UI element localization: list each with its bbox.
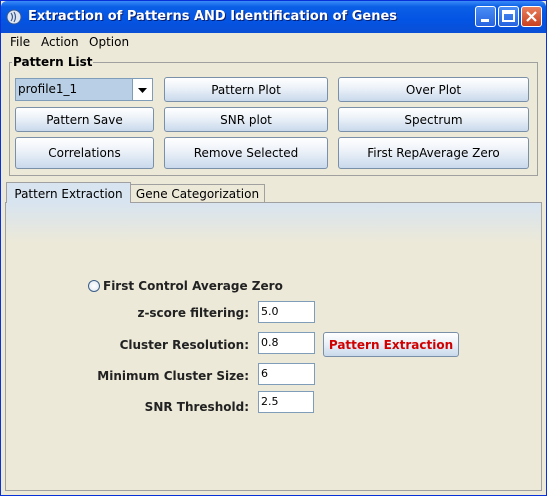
title-bar[interactable]: Extraction of Patterns AND Identificatio… bbox=[1, 1, 546, 33]
close-icon bbox=[526, 11, 537, 22]
minimize-icon bbox=[481, 19, 489, 22]
app-window: Extraction of Patterns AND Identificatio… bbox=[0, 0, 547, 496]
correlations-button[interactable]: Correlations bbox=[15, 137, 154, 169]
pattern-extraction-button[interactable]: Pattern Extraction bbox=[323, 332, 459, 357]
tab-gene-categorization[interactable]: Gene Categorization bbox=[131, 184, 265, 202]
minimum-cluster-size-input[interactable]: 6 bbox=[258, 363, 315, 385]
first-control-average-zero-radio[interactable] bbox=[88, 280, 100, 292]
first-rep-average-zero-button[interactable]: First RepAverage Zero bbox=[338, 137, 529, 169]
remove-selected-button[interactable]: Remove Selected bbox=[164, 137, 328, 169]
window-title: Extraction of Patterns AND Identificatio… bbox=[28, 9, 398, 24]
snr-threshold-label: SNR Threshold: bbox=[144, 400, 249, 414]
zscore-label: z-score filtering: bbox=[137, 306, 249, 320]
pattern-combo[interactable]: profile1_1 bbox=[15, 78, 153, 101]
pattern-combo-value: profile1_1 bbox=[16, 79, 133, 100]
close-button[interactable] bbox=[521, 6, 542, 27]
chevron-down-icon[interactable] bbox=[132, 79, 152, 100]
java-app-icon bbox=[6, 9, 22, 25]
maximize-button[interactable] bbox=[498, 6, 519, 27]
pattern-list-legend: Pattern List bbox=[12, 55, 94, 69]
cluster-resolution-label: Cluster Resolution: bbox=[119, 338, 249, 352]
pattern-plot-button[interactable]: Pattern Plot bbox=[164, 77, 328, 102]
maximize-icon bbox=[502, 10, 515, 22]
tab-pattern-extraction[interactable]: Pattern Extraction bbox=[6, 182, 131, 204]
menu-file[interactable]: File bbox=[10, 35, 30, 49]
first-control-average-zero-label: First Control Average Zero bbox=[103, 279, 283, 293]
snr-threshold-input[interactable]: 2.5 bbox=[258, 391, 314, 413]
cluster-resolution-input[interactable]: 0.8 bbox=[258, 332, 315, 354]
menu-option[interactable]: Option bbox=[89, 35, 129, 49]
menu-action[interactable]: Action bbox=[41, 35, 79, 49]
snr-plot-button[interactable]: SNR plot bbox=[164, 107, 328, 132]
over-plot-button[interactable]: Over Plot bbox=[338, 77, 529, 102]
minimize-button[interactable] bbox=[475, 6, 496, 27]
menu-bar: File Action Option bbox=[1, 33, 546, 53]
zscore-input[interactable]: 5.0 bbox=[258, 301, 315, 323]
minimum-cluster-size-label: Minimum Cluster Size: bbox=[97, 369, 249, 383]
pattern-save-button[interactable]: Pattern Save bbox=[15, 107, 154, 132]
spectrum-button[interactable]: Spectrum bbox=[338, 107, 529, 132]
